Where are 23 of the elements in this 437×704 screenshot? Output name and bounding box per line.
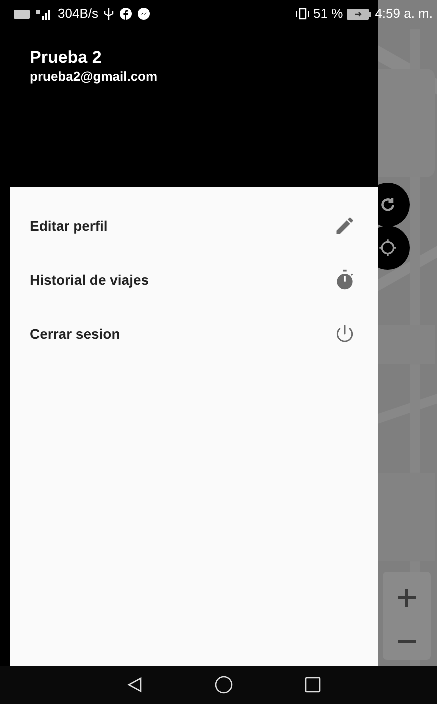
user-email: prueba2@gmail.com <box>30 68 159 86</box>
zoom-in-icon[interactable] <box>397 588 417 608</box>
battery-percent: 51 % <box>314 5 344 24</box>
network-speed: 304B/s <box>58 5 98 24</box>
zoom-out-icon[interactable] <box>397 640 417 644</box>
pencil-icon <box>334 215 356 237</box>
home-icon[interactable] <box>214 676 232 694</box>
battery-icon <box>347 8 372 20</box>
signal-icon <box>36 8 52 20</box>
menu-item[interactable]: Editar perfil <box>10 199 378 253</box>
crosshair-icon <box>378 238 398 258</box>
recents-icon[interactable] <box>304 677 320 693</box>
menu-item[interactable]: Historial de viajes <box>10 253 378 307</box>
refresh-icon <box>379 196 397 214</box>
power-icon <box>334 323 356 345</box>
messenger-icon <box>138 8 150 20</box>
facebook-icon <box>120 8 132 20</box>
user-name: Prueba 2 <box>30 48 103 68</box>
back-icon[interactable] <box>126 677 142 693</box>
vibrate-icon <box>296 8 310 20</box>
stopwatch-icon <box>334 269 356 291</box>
menu-item[interactable]: Cerrar sesion <box>10 307 378 361</box>
usb-icon <box>104 8 114 20</box>
